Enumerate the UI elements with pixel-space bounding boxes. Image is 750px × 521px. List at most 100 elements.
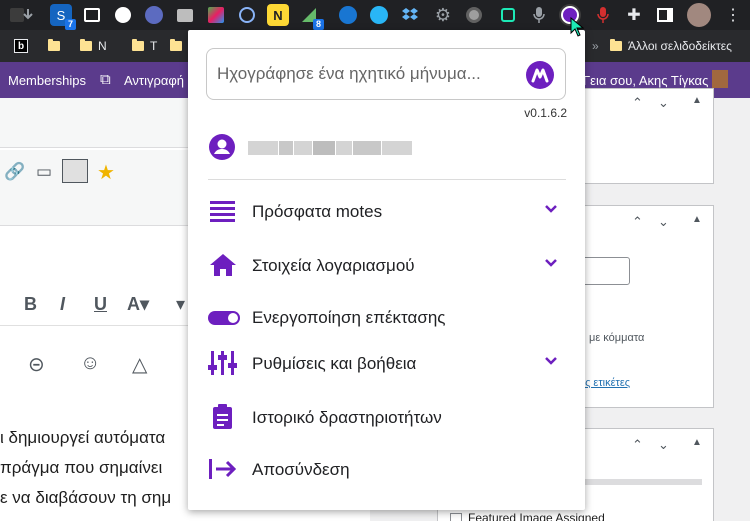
dropbox-icon[interactable] <box>399 4 421 26</box>
menu-logout[interactable]: Αποσύνδεση <box>208 448 564 488</box>
menu-account[interactable]: Στοιχεία λογαριασμού <box>208 244 564 284</box>
n-yellow-icon[interactable]: N <box>267 4 289 26</box>
menu-logout-label: Αποσύνδεση <box>252 460 350 479</box>
chevron-down-icon <box>545 259 557 267</box>
italic-icon[interactable]: I <box>60 294 65 315</box>
bookmark-folder[interactable] <box>48 37 66 55</box>
menu-enable-label: Ενεργοποίηση επέκτασης <box>252 308 446 327</box>
screen-green-icon[interactable] <box>497 4 519 26</box>
user-avatar[interactable] <box>712 70 728 88</box>
circle-s-icon[interactable] <box>112 4 134 26</box>
featured-checkbox[interactable] <box>450 513 462 521</box>
folder-icon <box>80 39 92 51</box>
copy-icon: ⧉ <box>100 71 111 88</box>
bookmark-b-icon[interactable]: b <box>14 37 28 55</box>
chart-icon[interactable] <box>205 4 227 26</box>
record-input[interactable] <box>217 61 517 87</box>
memberships-menu[interactable]: Memberships <box>8 73 86 88</box>
bold-icon[interactable]: B <box>24 294 37 315</box>
logout-icon <box>209 459 237 479</box>
tags-hint: με κόμματα <box>589 332 645 344</box>
gear-icon[interactable]: ⚙ <box>432 4 454 26</box>
panel-toggle-icon[interactable]: ▲ <box>692 214 702 225</box>
skype-icon[interactable] <box>368 4 390 26</box>
panel-up-icon[interactable]: ⌃ <box>632 214 643 230</box>
enable-toggle[interactable] <box>208 311 240 325</box>
briefcase-icon[interactable] <box>174 4 196 26</box>
screen-capture-icon[interactable] <box>81 4 103 26</box>
extensions-bar: S7 N 8 ⚙ ✚ ⋮ <box>0 0 750 30</box>
featured-label: Featured Image Assigned <box>468 511 605 521</box>
profile-avatar[interactable] <box>687 3 711 27</box>
text-color-icon[interactable]: A▾ <box>127 294 149 315</box>
puzzle-icon[interactable]: ✚ <box>623 4 645 26</box>
chevron-down-icon <box>545 205 557 213</box>
record-field[interactable] <box>206 48 566 100</box>
menu-settings-help[interactable]: Ρυθμίσεις και βοήθεια <box>208 342 564 382</box>
user-row <box>208 133 568 163</box>
copy-menu[interactable]: Αντιγραφή <box>124 73 184 88</box>
chevron-down-icon <box>545 357 557 365</box>
menu-settings-label: Ρυθμίσεις και βοήθεια <box>252 354 417 373</box>
underline-icon[interactable]: U <box>94 294 107 315</box>
bookmark-folder[interactable] <box>170 37 188 55</box>
extension-s-icon[interactable]: S7 <box>50 4 76 30</box>
featured-bar <box>578 479 702 485</box>
sidebar-icon[interactable] <box>654 4 676 26</box>
menu-enable-extension[interactable]: Ενεργοποίηση επέκτασης <box>208 296 564 336</box>
clipboard-icon <box>213 404 232 429</box>
triangle-icon[interactable]: 8 <box>298 4 324 30</box>
read-more-icon[interactable]: ▭ <box>36 162 52 182</box>
chrome-menu-icon[interactable]: ⋮ <box>722 4 744 26</box>
link-insert-icon[interactable]: ⊝ <box>28 352 45 377</box>
divider <box>208 179 566 180</box>
bookmark-folder[interactable]: N <box>80 37 107 55</box>
panel-toggle-icon[interactable]: ▲ <box>692 437 702 448</box>
audio-icon[interactable] <box>337 4 359 26</box>
mic-icon[interactable] <box>528 4 550 26</box>
body-line[interactable]: ε να διαβάσουν τη σημ <box>0 488 171 508</box>
drive-icon[interactable]: △ <box>132 352 147 377</box>
home-icon <box>210 254 236 276</box>
menu-account-label: Στοιχεία λογαριασμού <box>252 256 415 275</box>
extension-badge: 7 <box>64 19 76 30</box>
bookmark-label: N <box>98 39 107 53</box>
greeting[interactable]: Γεια σου, Ακης Τίγκας <box>583 73 708 88</box>
panel-down-icon[interactable]: ⌄ <box>658 437 669 453</box>
user-icon <box>209 134 235 160</box>
folder-icon <box>170 39 182 51</box>
wordpress-icon[interactable] <box>236 4 258 26</box>
menu-recent-label: Πρόσφατα motes <box>252 202 383 221</box>
emoji-icon[interactable]: ☺ <box>80 352 100 375</box>
body-line[interactable]: πράγμα που σημαίνει <box>0 458 162 478</box>
menu-activity-history[interactable]: Ιστορικό δραστηριοτήτων <box>208 396 564 436</box>
folder-icon <box>132 39 144 51</box>
download-icon[interactable] <box>17 4 39 26</box>
menu-history-label: Ιστορικό δραστηριοτήτων <box>252 408 442 427</box>
star-icon[interactable]: ★ <box>97 160 115 185</box>
panel-toggle-icon[interactable]: ▲ <box>692 95 702 106</box>
body-line[interactable]: ι δημιουργεί αυτόματα <box>0 428 165 448</box>
folder-icon <box>610 39 622 51</box>
sliders-icon <box>208 351 237 375</box>
link-icon[interactable]: 🔗 <box>4 162 25 182</box>
folder-icon <box>48 39 60 51</box>
panel-down-icon[interactable]: ⌄ <box>658 95 669 111</box>
list-icon <box>210 201 235 222</box>
s-purple-icon[interactable] <box>143 4 165 26</box>
toolbar-toggle-icon[interactable] <box>62 159 88 183</box>
more-format-icon[interactable]: ▾ <box>176 294 185 315</box>
panel-down-icon[interactable]: ⌄ <box>658 214 669 230</box>
version-label: v0.1.6.2 <box>524 106 567 120</box>
bookmark-folder[interactable]: T <box>132 37 157 55</box>
insert-toolbar: ⊝ ☺ △ <box>0 346 188 386</box>
panel-up-icon[interactable]: ⌃ <box>632 95 643 111</box>
menu-recent-motes[interactable]: Πρόσφατα motes <box>208 190 564 230</box>
bookmark-label: T <box>150 39 158 53</box>
motes-logo-icon[interactable] <box>526 61 554 89</box>
mic-red-icon[interactable] <box>592 4 614 26</box>
panel-up-icon[interactable]: ⌃ <box>632 437 643 453</box>
more-bookmarks-icon[interactable]: » <box>592 37 599 55</box>
record-icon[interactable] <box>463 4 485 26</box>
other-bookmarks[interactable]: Άλλοι σελιδοδείκτες <box>610 37 732 55</box>
